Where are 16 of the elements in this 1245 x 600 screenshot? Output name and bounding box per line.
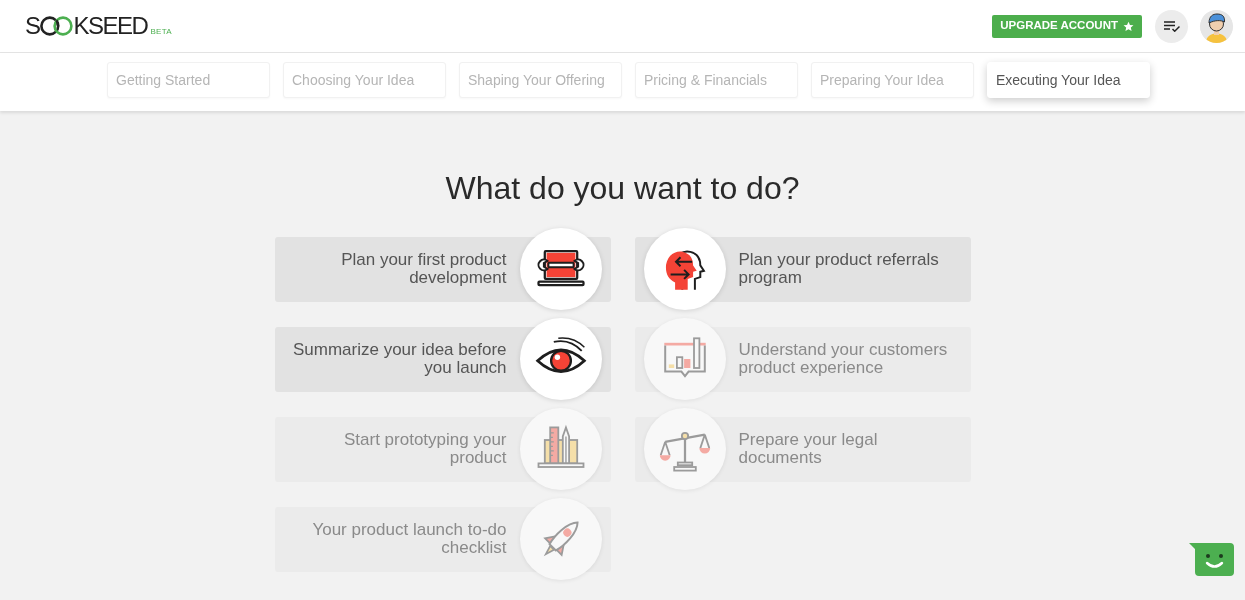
page-heading: What do you want to do?: [445, 169, 800, 207]
chat-bubble-icon[interactable]: [1189, 543, 1234, 576]
beta-label: BETA: [150, 28, 172, 36]
star-icon: [1123, 20, 1134, 32]
step-tab[interactable]: Executing Your Idea: [987, 62, 1150, 98]
step-tab[interactable]: Preparing Your Idea: [811, 62, 974, 98]
step-tab[interactable]: Getting Started: [107, 62, 270, 98]
step-tab[interactable]: Shaping Your Offering: [459, 62, 622, 98]
logo-rings-icon: [39, 16, 73, 36]
step-tab[interactable]: Pricing & Financials: [635, 62, 798, 98]
logo-text[interactable]: KSEED: [73, 16, 148, 36]
upgrade-account-button[interactable]: UPGRADE ACCOUNT: [992, 14, 1142, 38]
step-tab[interactable]: Choosing Your Idea: [283, 62, 446, 98]
logo-text[interactable]: S: [25, 16, 40, 36]
list-check-icon: [1163, 20, 1180, 32]
checklist-button[interactable]: [1155, 9, 1188, 43]
